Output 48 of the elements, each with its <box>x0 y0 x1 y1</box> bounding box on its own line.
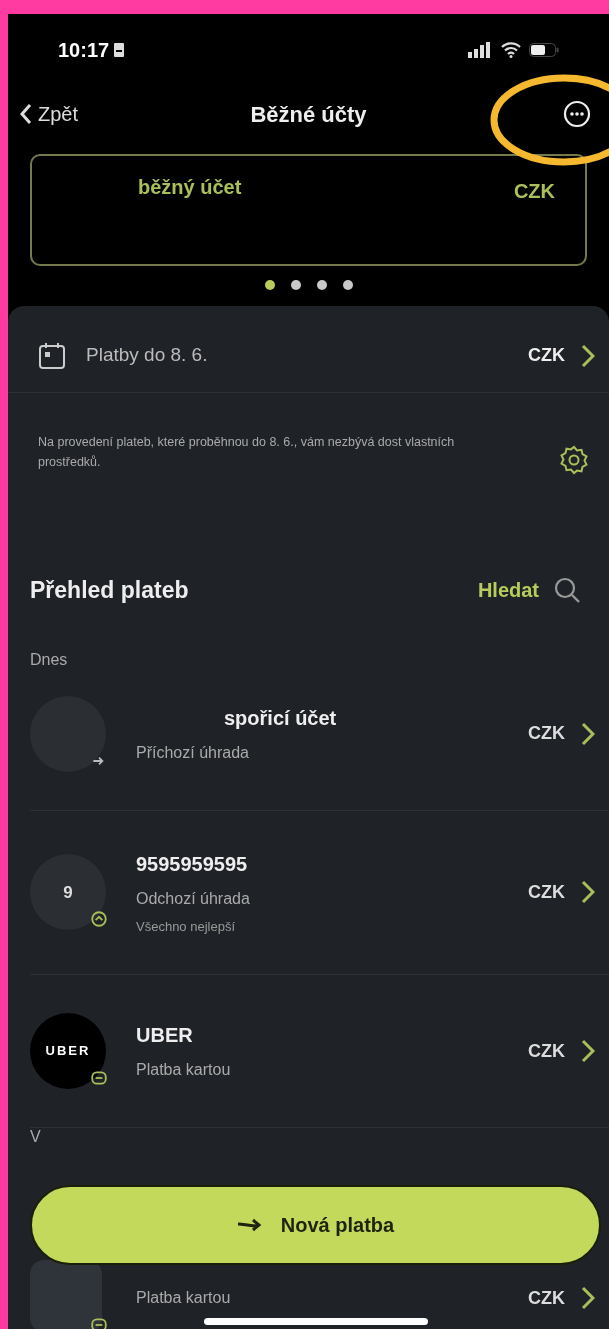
currency-label: CZK <box>528 722 565 745</box>
wifi-icon <box>501 42 521 58</box>
section-heading: Přehled plateb <box>30 576 189 605</box>
payment-type: Odchozí úhrada <box>136 888 251 909</box>
more-button[interactable] <box>563 100 591 128</box>
chevron-right-icon <box>581 880 595 905</box>
payment-type: Příchozí úhrada <box>136 742 250 763</box>
status-time: 10:17 <box>58 38 110 63</box>
account-name: běžný účet <box>138 175 242 200</box>
chevron-left-icon <box>20 103 32 125</box>
screen-title: Běžné účty <box>250 100 367 129</box>
payment-type: Platba kartou <box>136 1288 232 1308</box>
chevron-right-icon <box>581 343 595 368</box>
avatar <box>30 1260 102 1329</box>
battery-icon <box>529 43 559 57</box>
new-payment-button[interactable]: Nová platba <box>30 1185 601 1265</box>
date-heading: V <box>29 1128 42 1147</box>
notice-text: Na provedení plateb, které proběhnou do 8. 6., vám nezbývá dost vlastních prostředků. <box>38 434 456 471</box>
currency-label: CZK <box>528 1039 565 1063</box>
date-heading: Dnes <box>29 649 69 670</box>
card-icon <box>90 1069 108 1087</box>
upcoming-payments-label: Platby do 8. 6. <box>86 343 209 368</box>
payee-name: UBER <box>136 1023 194 1048</box>
logo-avatar: UBER <box>30 1013 106 1089</box>
search-icon <box>553 576 581 605</box>
sim-icon <box>113 42 126 58</box>
calendar-icon <box>38 341 66 370</box>
more-icon <box>563 100 591 128</box>
search-button[interactable]: Hledat <box>477 575 581 606</box>
avatar: 9 <box>30 854 106 931</box>
arrow-up-icon <box>90 910 108 929</box>
payee-name: 9595959595 <box>136 851 249 877</box>
currency-label: CZK <box>528 344 565 367</box>
currency-label: CZK <box>528 1286 565 1310</box>
chevron-right-icon <box>581 721 595 746</box>
account-currency: CZK <box>513 179 555 204</box>
account-card[interactable]: běžný účet CZK <box>30 154 587 266</box>
back-button[interactable]: Zpět <box>20 99 79 129</box>
arrow-right-icon <box>236 1218 263 1232</box>
payment-type: Platba kartou <box>136 1060 232 1080</box>
signal-icon <box>467 42 493 58</box>
currency-label: CZK <box>528 880 565 904</box>
chevron-right-icon <box>581 1286 595 1310</box>
payee-name: spořicí účet <box>223 705 338 731</box>
card-icon <box>90 1316 108 1329</box>
payment-note: Všechno nejlepší <box>136 917 236 936</box>
gear-icon[interactable] <box>559 445 589 475</box>
chevron-right-icon <box>581 1039 595 1063</box>
